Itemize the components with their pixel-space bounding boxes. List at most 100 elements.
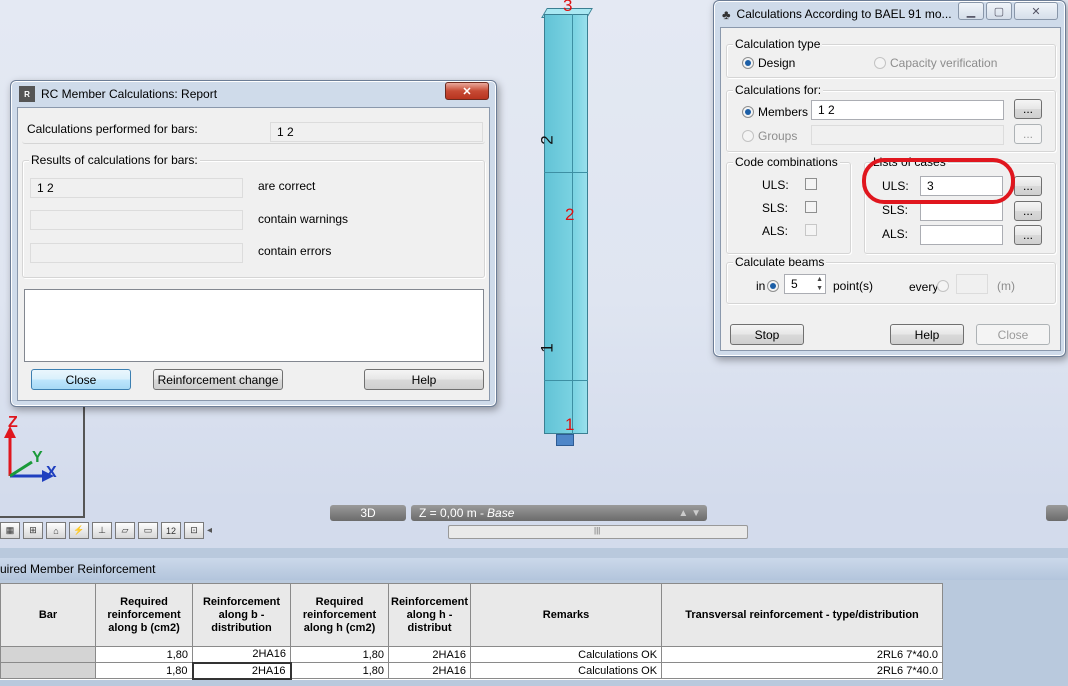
- structure-level-selector[interactable]: Z = 0,00 m - Base ▲ ▼: [411, 505, 707, 521]
- report-messages-box[interactable]: [24, 289, 484, 362]
- node-label: 1: [565, 415, 575, 434]
- groups-radio[interactable]: [742, 130, 754, 142]
- in-label: in: [756, 279, 766, 293]
- report-title: RC Member Calculations: Report: [41, 87, 218, 101]
- bar-label: 2: [537, 135, 557, 145]
- scroll-left-icon[interactable]: ◂: [207, 522, 212, 540]
- toolbar-icon-9[interactable]: ⊡: [184, 522, 204, 539]
- lists-uls-browse-button[interactable]: ...: [1014, 176, 1042, 196]
- toolbar-icon-5[interactable]: ⊥: [92, 522, 112, 539]
- table-cell[interactable]: Calculations OK: [470, 662, 663, 679]
- members-radio[interactable]: [742, 106, 754, 118]
- points-spinner[interactable]: 5 ▲ ▼: [784, 274, 826, 294]
- table-cell[interactable]: Calculations OK: [470, 646, 663, 663]
- points-label: point(s): [833, 279, 874, 293]
- report-dialog: R RC Member Calculations: Report ✕ Calcu…: [10, 80, 497, 407]
- points-radio[interactable]: [767, 280, 779, 292]
- members-browse-button[interactable]: ...: [1014, 99, 1042, 119]
- table-row[interactable]: 1,80 2HA16 1,80 2HA16 Calculations OK 2R…: [0, 646, 944, 663]
- column-header[interactable]: Remarks: [470, 583, 663, 647]
- table-cell[interactable]: 2HA16: [387, 662, 472, 679]
- calc-type-title: Calculation type: [733, 37, 823, 51]
- bael-titlebar[interactable]: ♣ Calculations According to BAEL 91 mo..…: [714, 1, 1065, 27]
- members-input[interactable]: 1 2: [811, 100, 1004, 120]
- lists-als-input[interactable]: [920, 225, 1003, 245]
- column-header[interactable]: Reinforcement along h - distribut: [387, 583, 472, 647]
- bar-label: 1: [537, 343, 557, 353]
- bael-body: Calculation type Design Capacity verific…: [720, 27, 1061, 351]
- toolbar-icon-6[interactable]: ▱: [115, 522, 135, 539]
- maximize-icon[interactable]: ▢: [986, 2, 1012, 20]
- table-cell[interactable]: 1,80: [95, 662, 193, 679]
- view-mode-button[interactable]: 3D: [330, 505, 406, 521]
- app-icon: R: [19, 86, 35, 102]
- node-label: 3: [563, 0, 573, 15]
- close-icon[interactable]: ✕: [445, 82, 489, 100]
- table-row[interactable]: 1,80 2HA16 1,80 2HA16 Calculations OK 2R…: [0, 661, 944, 680]
- lists-sls-label: SLS:: [882, 203, 909, 217]
- column-header[interactable]: Bar: [0, 583, 96, 647]
- table-cell[interactable]: 1,80: [290, 646, 389, 663]
- column-header[interactable]: Required reinforcement along h (cm2): [290, 583, 389, 647]
- support-icon: [556, 434, 574, 446]
- spinner-arrows-icon[interactable]: ▲ ▼: [816, 275, 823, 293]
- correct-bars-field: 1 2: [30, 178, 243, 198]
- report-titlebar[interactable]: R RC Member Calculations: Report ✕: [11, 81, 496, 107]
- toolbar-icon-4[interactable]: ⚡: [69, 522, 89, 539]
- help-button[interactable]: Help: [364, 369, 484, 390]
- table-cell[interactable]: 2RL6 7*40.0: [661, 646, 944, 663]
- bael-title: Calculations According to BAEL 91 mo...: [736, 7, 952, 21]
- view-pill-end: [1046, 505, 1068, 521]
- table-cell[interactable]: 1,80: [290, 662, 389, 679]
- code-als-checkbox[interactable]: [805, 224, 817, 236]
- lists-sls-browse-button[interactable]: ...: [1014, 201, 1042, 221]
- toolbar-icon-1[interactable]: ▦: [0, 522, 20, 539]
- table-cell[interactable]: [0, 662, 96, 679]
- table-cell[interactable]: 1,80: [95, 646, 193, 663]
- capacity-radio[interactable]: [874, 57, 886, 69]
- design-radio[interactable]: [742, 57, 754, 69]
- points-value: 5: [791, 277, 798, 291]
- horizontal-scrollbar[interactable]: |||: [448, 525, 748, 539]
- performed-value: 1 2: [270, 122, 483, 142]
- close-button[interactable]: Close: [31, 369, 131, 390]
- level-name: Base: [487, 506, 515, 520]
- column-header[interactable]: Reinforcement along b - distribution: [192, 583, 291, 647]
- close-icon[interactable]: ✕: [1014, 2, 1058, 20]
- lists-sls-input[interactable]: [920, 201, 1003, 221]
- toolbar-icon-7[interactable]: ▭: [138, 522, 158, 539]
- toolbar-icon-3[interactable]: ⌂: [46, 522, 66, 539]
- every-input[interactable]: [956, 274, 988, 294]
- reinforcement-change-button[interactable]: Reinforcement change: [153, 369, 283, 390]
- code-uls-label: ULS:: [762, 178, 789, 192]
- stop-button[interactable]: Stop: [730, 324, 804, 345]
- unit-label: (m): [997, 279, 1015, 293]
- code-sls-checkbox[interactable]: [805, 201, 817, 213]
- toolbar-icon-2[interactable]: ⊞: [23, 522, 43, 539]
- minimize-icon[interactable]: ▁: [958, 2, 984, 20]
- performed-label: Calculations performed for bars:: [27, 122, 198, 136]
- column-header[interactable]: Required reinforcement along b (cm2): [95, 583, 193, 647]
- every-radio[interactable]: [937, 280, 949, 292]
- table-cell[interactable]: [0, 646, 96, 663]
- report-body: Calculations performed for bars: 1 2 Res…: [17, 107, 490, 401]
- reinforcement-table: Bar Required reinforcement along b (cm2)…: [0, 583, 944, 680]
- table-cell[interactable]: 2RL6 7*40.0: [661, 662, 944, 679]
- toolbar-icon-8[interactable]: 12: [161, 522, 181, 539]
- column-header[interactable]: Transversal reinforcement - type/distrib…: [661, 583, 944, 647]
- scroll-grip-icon: |||: [594, 526, 601, 535]
- code-uls-checkbox[interactable]: [805, 178, 817, 190]
- lists-als-browse-button[interactable]: ...: [1014, 225, 1042, 245]
- table-cell[interactable]: 2HA16: [192, 646, 291, 663]
- level-arrows-icon[interactable]: ▲ ▼: [678, 508, 701, 519]
- level-label: Z = 0,00 m -: [419, 506, 485, 520]
- table-cell[interactable]: 2HA16: [191, 661, 292, 680]
- help-button[interactable]: Help: [890, 324, 964, 345]
- correct-label: are correct: [258, 179, 316, 193]
- table-cell[interactable]: 2HA16: [387, 646, 472, 663]
- groups-input[interactable]: [811, 125, 1004, 145]
- groups-browse-button[interactable]: ...: [1014, 124, 1042, 144]
- close-button[interactable]: Close: [976, 324, 1050, 345]
- beams-title: Calculate beams: [733, 255, 827, 269]
- member-division-line: [544, 172, 588, 173]
